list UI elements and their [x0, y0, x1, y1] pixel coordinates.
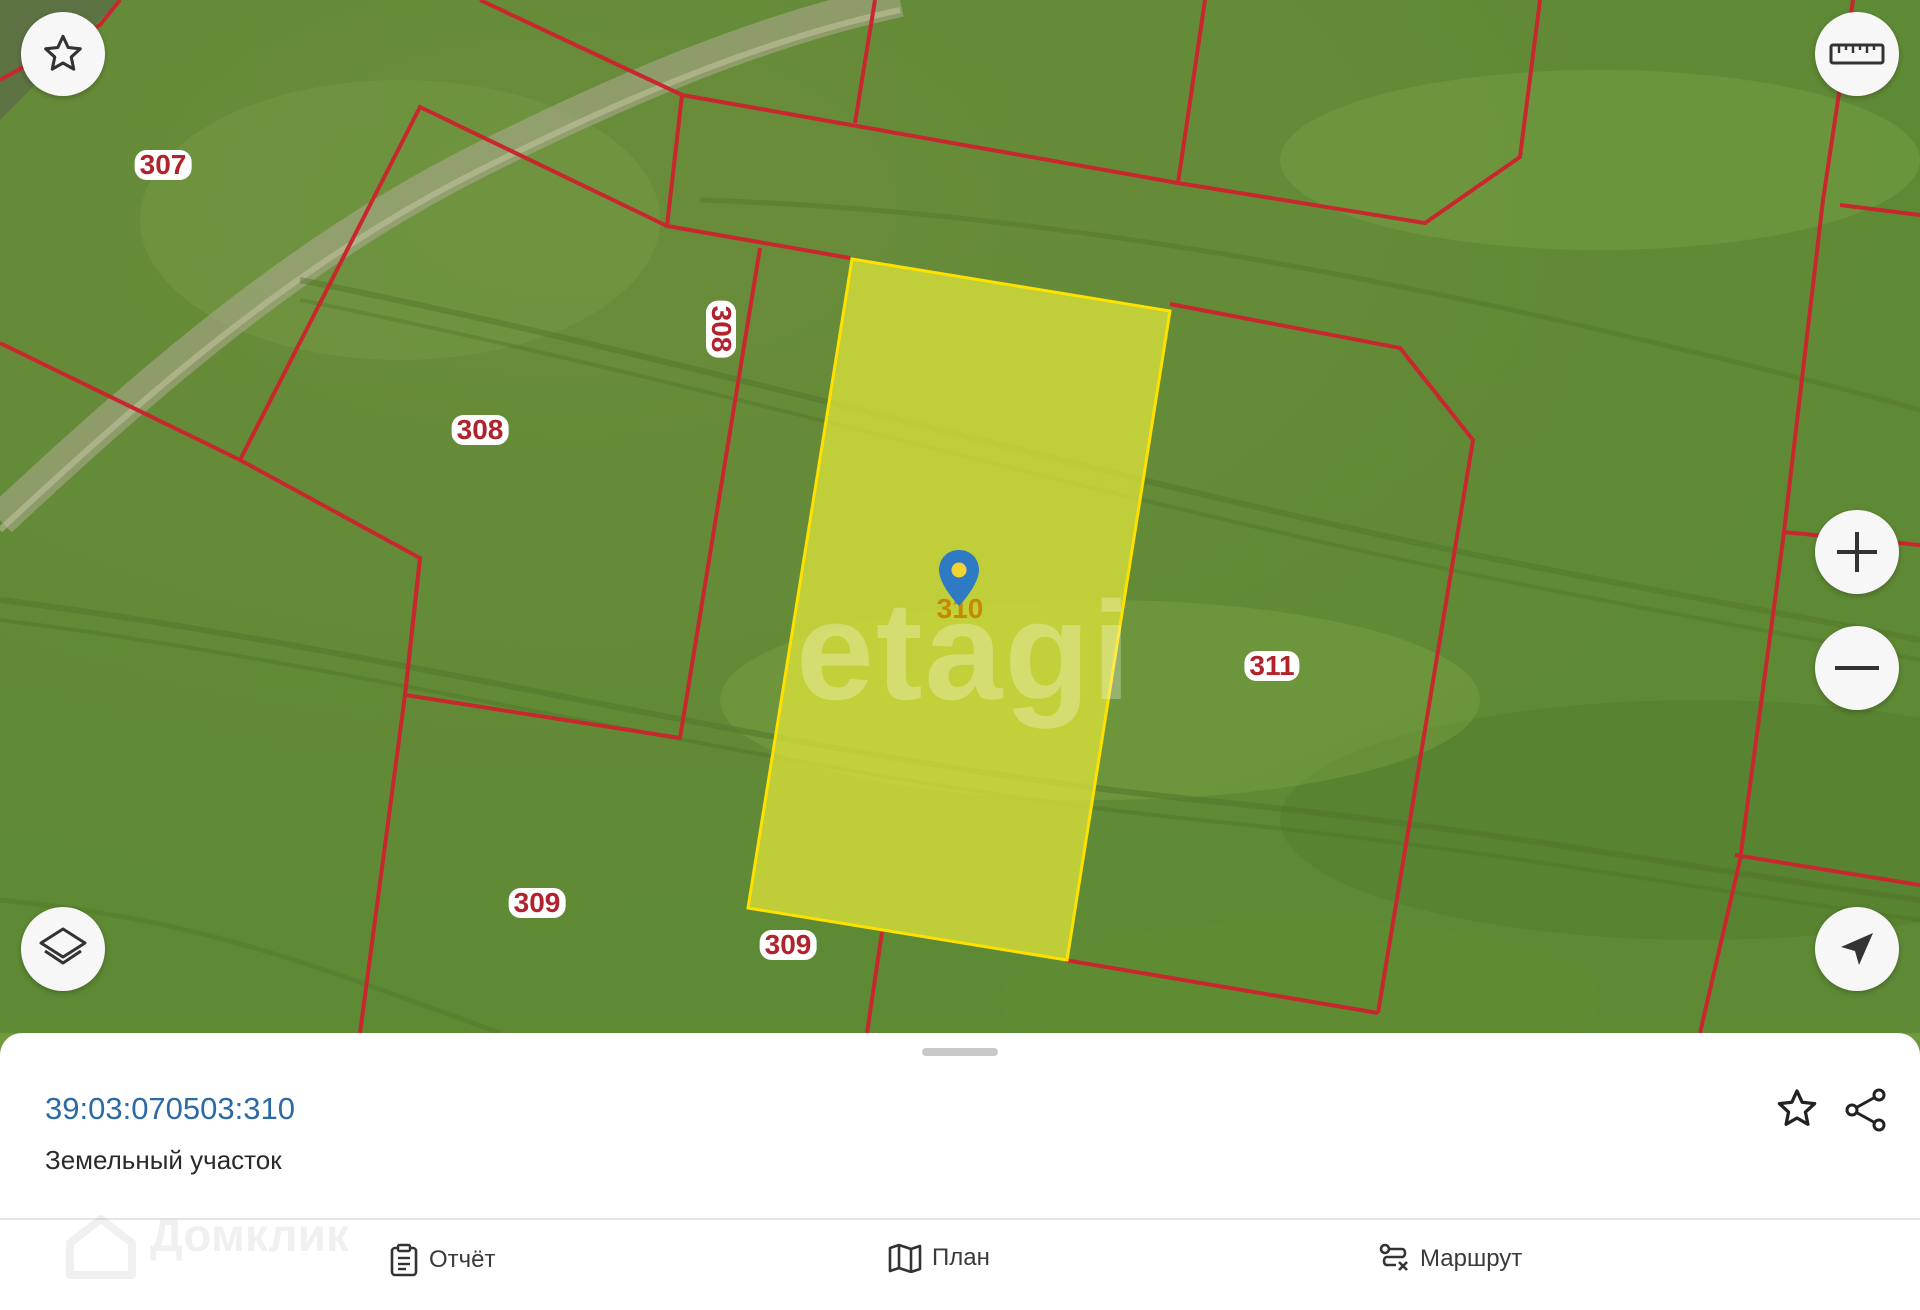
satellite-map — [0, 0, 1920, 1033]
drag-handle[interactable] — [922, 1048, 998, 1056]
layers-icon — [39, 927, 87, 965]
tab-route-label: Маршрут — [1420, 1245, 1523, 1272]
plot-label-308[interactable]: 308 — [451, 415, 509, 445]
plot-label-307[interactable]: 307 — [134, 150, 192, 180]
star-icon[interactable] — [1774, 1086, 1820, 1132]
minus-icon — [1835, 666, 1879, 670]
tab-report-label: Отчёт — [429, 1246, 496, 1273]
map-plan-icon — [888, 1243, 922, 1273]
map-view[interactable]: etagi 307 308 308 310 311 309 309 — [0, 0, 1920, 1033]
tab-report[interactable]: Отчёт — [389, 1243, 496, 1277]
report-icon — [390, 1243, 418, 1277]
tab-plan-label: План — [932, 1244, 990, 1271]
cadastral-number[interactable]: 39:03:070503:310 — [45, 1091, 295, 1127]
plot-label-311[interactable]: 311 — [1244, 651, 1300, 681]
plus-icon — [1837, 532, 1877, 572]
plot-label-309-left[interactable]: 309 — [508, 888, 566, 918]
location-arrow-icon — [1841, 933, 1873, 965]
plot-label-308-vertical[interactable]: 308 — [706, 300, 737, 358]
tab-route[interactable]: Маршрут — [1378, 1243, 1522, 1275]
locate-button[interactable] — [1815, 907, 1899, 991]
ruler-button[interactable] — [1815, 12, 1899, 96]
domclick-watermark: Домклик — [150, 1209, 349, 1261]
route-icon — [1379, 1243, 1408, 1271]
domclick-logo-icon — [66, 1215, 136, 1279]
share-icon[interactable] — [1843, 1087, 1889, 1133]
location-pin-icon[interactable] — [937, 548, 981, 610]
zoom-in-button[interactable] — [1815, 510, 1899, 594]
info-panel: 39:03:070503:310 Земельный участок Домкл… — [0, 1033, 1920, 1310]
plot-label-309-bottom[interactable]: 309 — [759, 930, 817, 960]
tab-plan[interactable]: План — [888, 1243, 990, 1273]
zoom-out-button[interactable] — [1815, 626, 1899, 710]
star-icon — [44, 34, 82, 71]
favorite-map-button[interactable] — [21, 12, 105, 96]
ruler-icon — [1829, 43, 1885, 65]
layers-button[interactable] — [21, 907, 105, 991]
object-type: Земельный участок — [45, 1145, 282, 1175]
